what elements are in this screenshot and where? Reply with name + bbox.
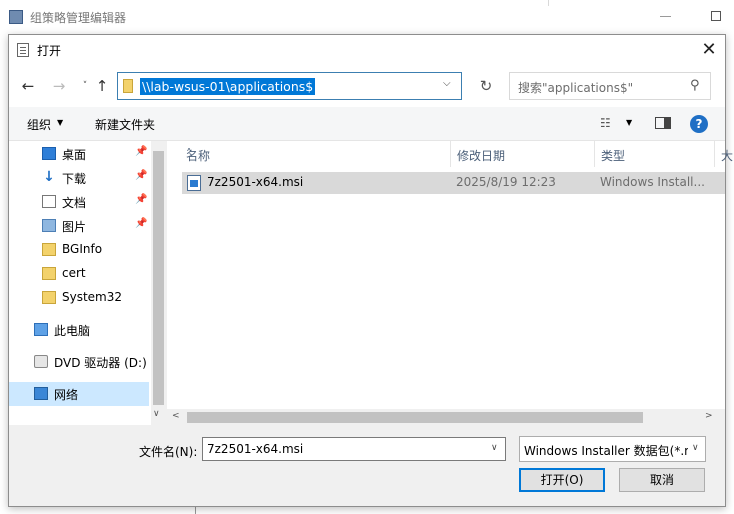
folder-icon xyxy=(42,291,56,304)
background-titlebar: 组策略管理编辑器 xyxy=(0,0,734,34)
column-header-label: 大 xyxy=(721,149,734,163)
column-header-size[interactable]: 大 xyxy=(715,141,734,167)
open-dialog-icon xyxy=(17,43,29,57)
download-icon: ↓ xyxy=(43,169,55,185)
sidebar-item-label: DVD 驱动器 (D:) xyxy=(54,356,147,370)
column-header-type[interactable]: 类型 xyxy=(595,141,715,167)
background-divider xyxy=(548,0,549,6)
group-policy-editor-icon xyxy=(9,10,23,24)
column-header-name[interactable]: 名称 ˄ xyxy=(180,141,451,167)
view-caret-icon[interactable]: ▼ xyxy=(626,118,632,127)
address-bar[interactable]: \\lab-wsus-01\applications$ ⌵ xyxy=(117,72,462,100)
file-type: Windows Install... xyxy=(600,175,705,189)
desktop-icon xyxy=(42,147,56,160)
refresh-icon[interactable]: ↻ xyxy=(471,72,501,100)
open-button[interactable]: 打开(O) xyxy=(519,468,605,492)
sidebar-item-documents[interactable]: 文档 📌 xyxy=(9,190,149,214)
sidebar-item-bginfo[interactable]: BGInfo xyxy=(9,238,149,262)
search-box[interactable]: 搜索"applications$" ⚲ xyxy=(509,72,711,100)
help-icon[interactable]: ? xyxy=(690,115,708,133)
column-header-date[interactable]: 修改日期 xyxy=(451,141,595,167)
filetype-value[interactable]: Windows Installer 数据包(*.m xyxy=(524,442,688,459)
sidebar-item-label: BGInfo xyxy=(62,242,103,256)
msi-installer-icon xyxy=(187,175,201,191)
network-icon xyxy=(34,387,48,400)
sidebar-item-label: 下载 xyxy=(62,172,87,186)
sort-ascending-icon: ˄ xyxy=(186,147,192,161)
sidebar-item-label: 文档 xyxy=(62,196,87,210)
pin-icon: 📌 xyxy=(135,218,148,229)
close-icon[interactable]: ✕ xyxy=(699,40,719,60)
sidebar-item-label: 桌面 xyxy=(62,148,87,162)
pin-icon: 📌 xyxy=(135,146,148,157)
dvd-drive-icon xyxy=(34,355,48,368)
file-row[interactable]: 7z2501-x64.msi 2025/8/19 12:23 Windows I… xyxy=(182,172,725,194)
maximize-icon[interactable] xyxy=(711,11,721,21)
organize-button[interactable]: 组织 xyxy=(27,116,51,133)
sidebar-item-dvd-drive[interactable]: DVD 驱动器 (D:) xyxy=(9,350,149,374)
sidebar-item-network[interactable]: 网络 xyxy=(9,382,149,406)
sidebar-item-label: 网络 xyxy=(54,388,79,402)
back-arrow-icon[interactable]: ← xyxy=(19,77,37,95)
search-placeholder[interactable]: 搜索"applications$" xyxy=(518,79,633,96)
address-dropdown-icon[interactable]: ⌵ xyxy=(443,78,451,89)
column-header-label: 类型 xyxy=(601,149,626,163)
horizontal-scrollbar[interactable]: < > xyxy=(167,409,725,425)
sidebar-item-cert[interactable]: cert xyxy=(9,262,149,286)
filename-combobox[interactable]: ∨ xyxy=(202,437,506,461)
scroll-left-icon[interactable]: < xyxy=(172,411,180,421)
recent-locations-chevron-icon[interactable]: ˅ xyxy=(76,77,94,95)
cancel-button[interactable]: 取消 xyxy=(619,468,705,492)
sidebar-item-label: 图片 xyxy=(62,220,87,234)
folder-icon xyxy=(123,79,133,93)
preview-pane-icon[interactable] xyxy=(655,117,671,129)
filename-field[interactable] xyxy=(203,438,488,460)
file-modified-date: 2025/8/19 12:23 xyxy=(456,175,556,189)
picture-icon xyxy=(42,219,56,232)
sidebar-item-label: 此电脑 xyxy=(54,324,91,338)
scrollbar-thumb[interactable] xyxy=(187,412,643,423)
folder-icon xyxy=(42,267,56,280)
minimize-icon[interactable] xyxy=(660,16,671,17)
sidebar-item-desktop[interactable]: 桌面 📌 xyxy=(9,142,149,166)
sidebar-item-label: System32 xyxy=(62,290,123,304)
scroll-down-icon[interactable]: ∨ xyxy=(153,409,160,419)
dialog-titlebar: 打开 ✕ xyxy=(9,35,725,65)
dialog-title: 打开 xyxy=(37,44,62,58)
column-header-label: 修改日期 xyxy=(457,149,506,163)
address-path[interactable]: \\lab-wsus-01\applications$ xyxy=(140,78,316,95)
sidebar-item-pictures[interactable]: 图片 📌 xyxy=(9,214,149,238)
sidebar-item-this-pc[interactable]: 此电脑 xyxy=(9,318,149,342)
background-window-title: 组策略管理编辑器 xyxy=(30,11,127,25)
file-list: 名称 ˄ 修改日期 类型 大 7z2501-x64.msi 2025/8/19 … xyxy=(167,141,733,425)
open-file-dialog: 打开 ✕ ← → ˅ ↑ \\lab-wsus-01\applications$… xyxy=(8,34,733,507)
sidebar-item-label: cert xyxy=(62,266,86,280)
up-arrow-icon[interactable]: ↑ xyxy=(93,77,111,95)
navigation-scrollbar[interactable]: ∨ xyxy=(151,141,167,425)
scroll-right-icon[interactable]: > xyxy=(705,411,713,421)
new-folder-button[interactable]: 新建文件夹 xyxy=(95,116,155,133)
filetype-select[interactable]: Windows Installer 数据包(*.m ∨ xyxy=(519,436,706,462)
forward-arrow-icon[interactable]: → xyxy=(50,77,68,95)
filename-dropdown-icon[interactable]: ∨ xyxy=(491,443,498,453)
navigation-pane: 桌面 📌 ↓ 下载 📌 文档 📌 图片 📌 BGInfo cert System… xyxy=(9,141,167,425)
filename-label: 文件名(N): xyxy=(139,445,198,459)
search-icon[interactable]: ⚲ xyxy=(690,78,700,93)
pin-icon: 📌 xyxy=(135,194,148,205)
pin-icon: 📌 xyxy=(135,170,148,181)
scrollbar-thumb[interactable] xyxy=(153,151,164,405)
sidebar-item-system32[interactable]: System32 xyxy=(9,286,149,310)
filetype-dropdown-icon[interactable]: ∨ xyxy=(692,443,699,453)
organize-caret-icon[interactable]: ▼ xyxy=(57,118,63,127)
folder-icon xyxy=(42,243,56,256)
sidebar-item-downloads[interactable]: ↓ 下载 📌 xyxy=(9,166,149,190)
view-options-icon[interactable]: ☷ xyxy=(600,116,611,130)
computer-icon xyxy=(34,323,48,336)
file-name: 7z2501-x64.msi xyxy=(207,175,304,189)
document-icon xyxy=(42,195,56,208)
command-toolbar: 组织 ▼ 新建文件夹 ☷ ▼ ? xyxy=(9,107,725,141)
navigation-bar: ← → ˅ ↑ \\lab-wsus-01\applications$ ⌵ ↻ … xyxy=(9,65,725,107)
